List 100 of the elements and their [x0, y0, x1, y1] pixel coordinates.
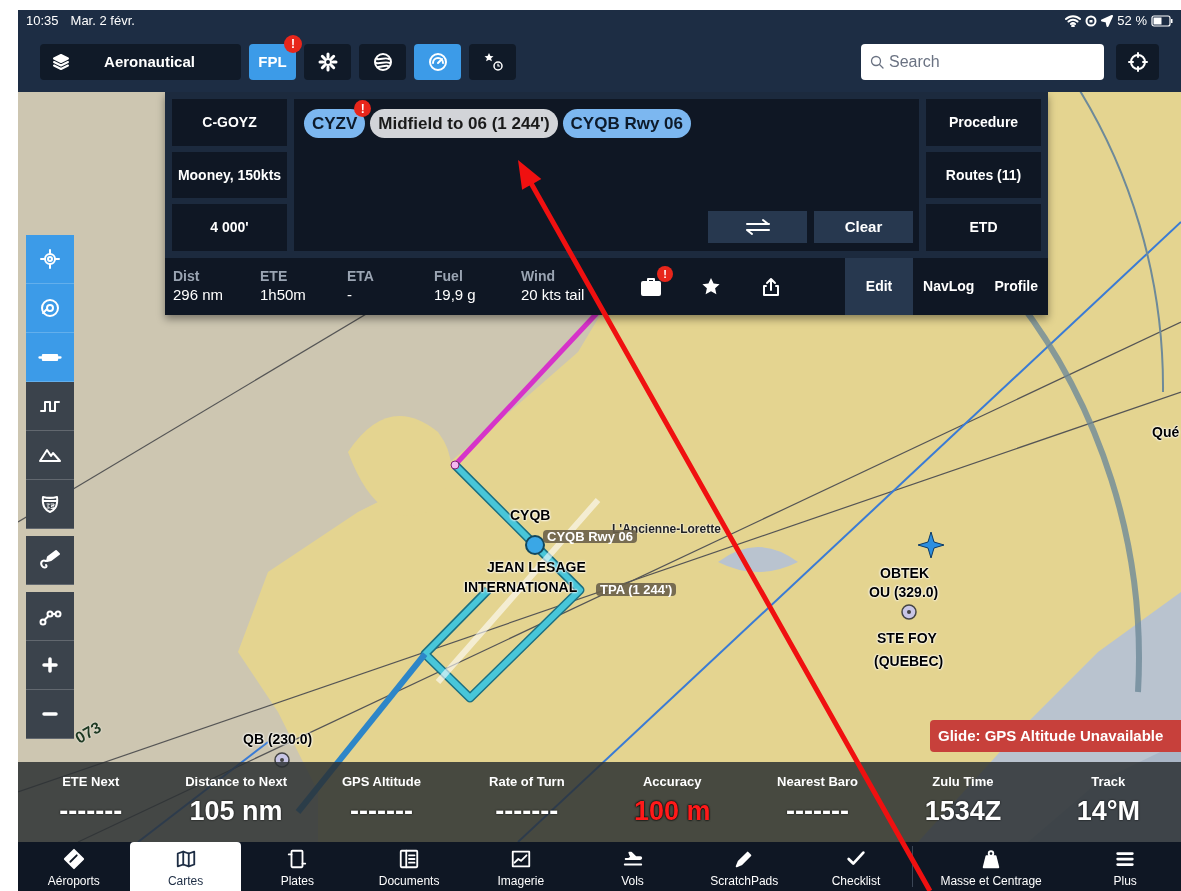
clear-button[interactable]: Clear: [814, 211, 913, 243]
map-label: CYQB: [510, 508, 551, 522]
tab-bar-item[interactable]: Documents: [353, 842, 465, 891]
instrument-label: Rate of Turn: [489, 773, 565, 791]
target-icon: [38, 247, 62, 271]
runway-icon: [38, 353, 62, 361]
stat-label: Fuel: [434, 268, 464, 286]
star-clock-icon: [482, 52, 503, 72]
flight-plan-option-button[interactable]: Routes (11): [926, 151, 1041, 199]
date-text: Mar. 2 févr.: [70, 12, 135, 31]
alert-badge: !: [657, 266, 673, 282]
map-tool-button[interactable]: [26, 536, 74, 585]
battery-icon: [1151, 15, 1173, 27]
stat-value: 296 nm: [173, 285, 225, 305]
zoom-out-icon: [42, 712, 58, 716]
flight-plan-option-button[interactable]: Procedure: [926, 99, 1041, 146]
tab-bar-item[interactable]: Vols: [576, 842, 689, 891]
tab-bar-item[interactable]: Aéroports: [18, 842, 130, 891]
instrument-label: Track: [1091, 773, 1126, 791]
toolbar-button[interactable]: [359, 44, 406, 80]
flight-plan-option-button[interactable]: ETD: [926, 204, 1041, 251]
waypoint-tag: CYQB Rwy 06: [543, 530, 637, 543]
instrument-label: GPS Altitude: [341, 773, 421, 791]
star-icon: [701, 276, 721, 297]
instrument-label: Accuracy: [642, 773, 702, 791]
instrument-value: -------: [59, 797, 123, 825]
tab-bar-item[interactable]: Cartes: [129, 842, 242, 891]
crosshair-icon: [1127, 52, 1148, 72]
briefcase-icon: [640, 276, 662, 297]
map-label: STE FOY: [877, 631, 937, 645]
battery-percent: 52 %: [1117, 12, 1147, 31]
swap-route-button[interactable]: [708, 211, 807, 243]
layers-button[interactable]: Aeronautical: [40, 44, 241, 80]
settings-icon: [317, 52, 338, 72]
instrument-value: -------: [786, 797, 850, 825]
instrument-label: Distance to Next: [185, 773, 287, 791]
instrument-value: 105 nm: [189, 797, 283, 825]
instrument-value: 14°M: [1076, 797, 1140, 825]
map-tool-button[interactable]: [26, 480, 74, 529]
stat-value: -: [347, 285, 353, 305]
flight-plan-tab[interactable]: Edit: [845, 258, 914, 315]
aircraft-field-button[interactable]: 4 000': [172, 204, 287, 251]
flight-plan-tab[interactable]: Profile: [984, 258, 1048, 315]
route-editor[interactable]: CYZV ! Midfield to 06 (1 244') CYQB Rwy 06 Clear: [294, 99, 919, 251]
aircraft-field-button[interactable]: C-GOYZ: [172, 99, 287, 146]
stat-value: 1h50m: [260, 285, 307, 305]
stat-value: 20 kts tail: [521, 285, 586, 305]
center-location-button[interactable]: [1116, 44, 1159, 80]
waypoint-tag: TPA (1 244'): [596, 583, 677, 596]
toolbar-button[interactable]: [304, 44, 351, 80]
instrument-value: 1534Z: [924, 797, 1002, 825]
map-tool-button[interactable]: [26, 382, 74, 431]
flight-bag-button[interactable]: !: [621, 258, 681, 315]
compass-diamond-icon: [62, 848, 85, 870]
instrument-label: Zulu Time: [932, 773, 994, 791]
stat-label: ETE: [260, 268, 289, 286]
map-tool-button[interactable]: [26, 641, 74, 690]
toolbar-button[interactable]: [469, 44, 516, 80]
tab-bar-item[interactable]: Masse et Centrage: [912, 842, 1070, 891]
route-waypoint-chip[interactable]: Midfield to 06 (1 244'): [370, 109, 558, 138]
alert-badge: !: [284, 35, 302, 53]
share-icon: [761, 276, 781, 297]
tab-bar-item[interactable]: Imagerie: [464, 842, 577, 891]
instrument-value: -------: [495, 797, 559, 825]
map-label: 073: [72, 719, 104, 747]
instrument-value: 100 m: [633, 797, 711, 825]
tab-bar-item[interactable]: Plates: [241, 842, 354, 891]
map-tool-button[interactable]: [26, 431, 74, 480]
map-label: OU (329.0): [869, 585, 939, 599]
lock-rotation-icon: [1085, 15, 1098, 27]
track-up-icon: [38, 296, 62, 320]
aircraft-field-button[interactable]: Mooney, 150kts: [172, 151, 287, 199]
map-label: Qué: [1152, 425, 1180, 439]
instrument-value: -------: [349, 797, 413, 825]
plate-icon: [286, 848, 309, 870]
stat-label: Dist: [173, 268, 201, 286]
pencil-icon: [38, 548, 62, 572]
tab-bar-item[interactable]: Checklist: [800, 842, 912, 891]
waypoint-marker: [450, 460, 460, 470]
glide-alert-banner: Glide: GPS Altitude Unavailable: [930, 720, 1181, 752]
navaid-icon: [901, 604, 917, 620]
stat-value: 19,9 g: [434, 285, 477, 305]
swap-arrows-icon: [743, 218, 772, 236]
instrument-label: ETE Next: [62, 773, 120, 791]
instrument-label: Nearest Baro: [777, 773, 859, 791]
gauge-icon: [427, 52, 448, 72]
search-field[interactable]: Search: [861, 44, 1104, 80]
chart-icon: [509, 848, 532, 870]
star-waypoint-icon: [917, 531, 945, 559]
map-tool-button[interactable]: [26, 690, 74, 739]
map-label: OBTEK: [880, 566, 929, 580]
flight-plan-tab[interactable]: NavLog: [913, 258, 985, 315]
stat-label: Wind: [521, 268, 557, 286]
stat-label: ETA: [347, 268, 375, 286]
wifi-icon: [1065, 15, 1082, 27]
map-tool-button[interactable]: [26, 592, 74, 641]
document-icon: [398, 848, 421, 870]
tab-bar-item[interactable]: Plus: [1069, 842, 1181, 891]
tab-bar-item[interactable]: ScratchPads: [688, 842, 801, 891]
route-waypoint-chip[interactable]: CYQB Rwy 06: [562, 109, 692, 138]
